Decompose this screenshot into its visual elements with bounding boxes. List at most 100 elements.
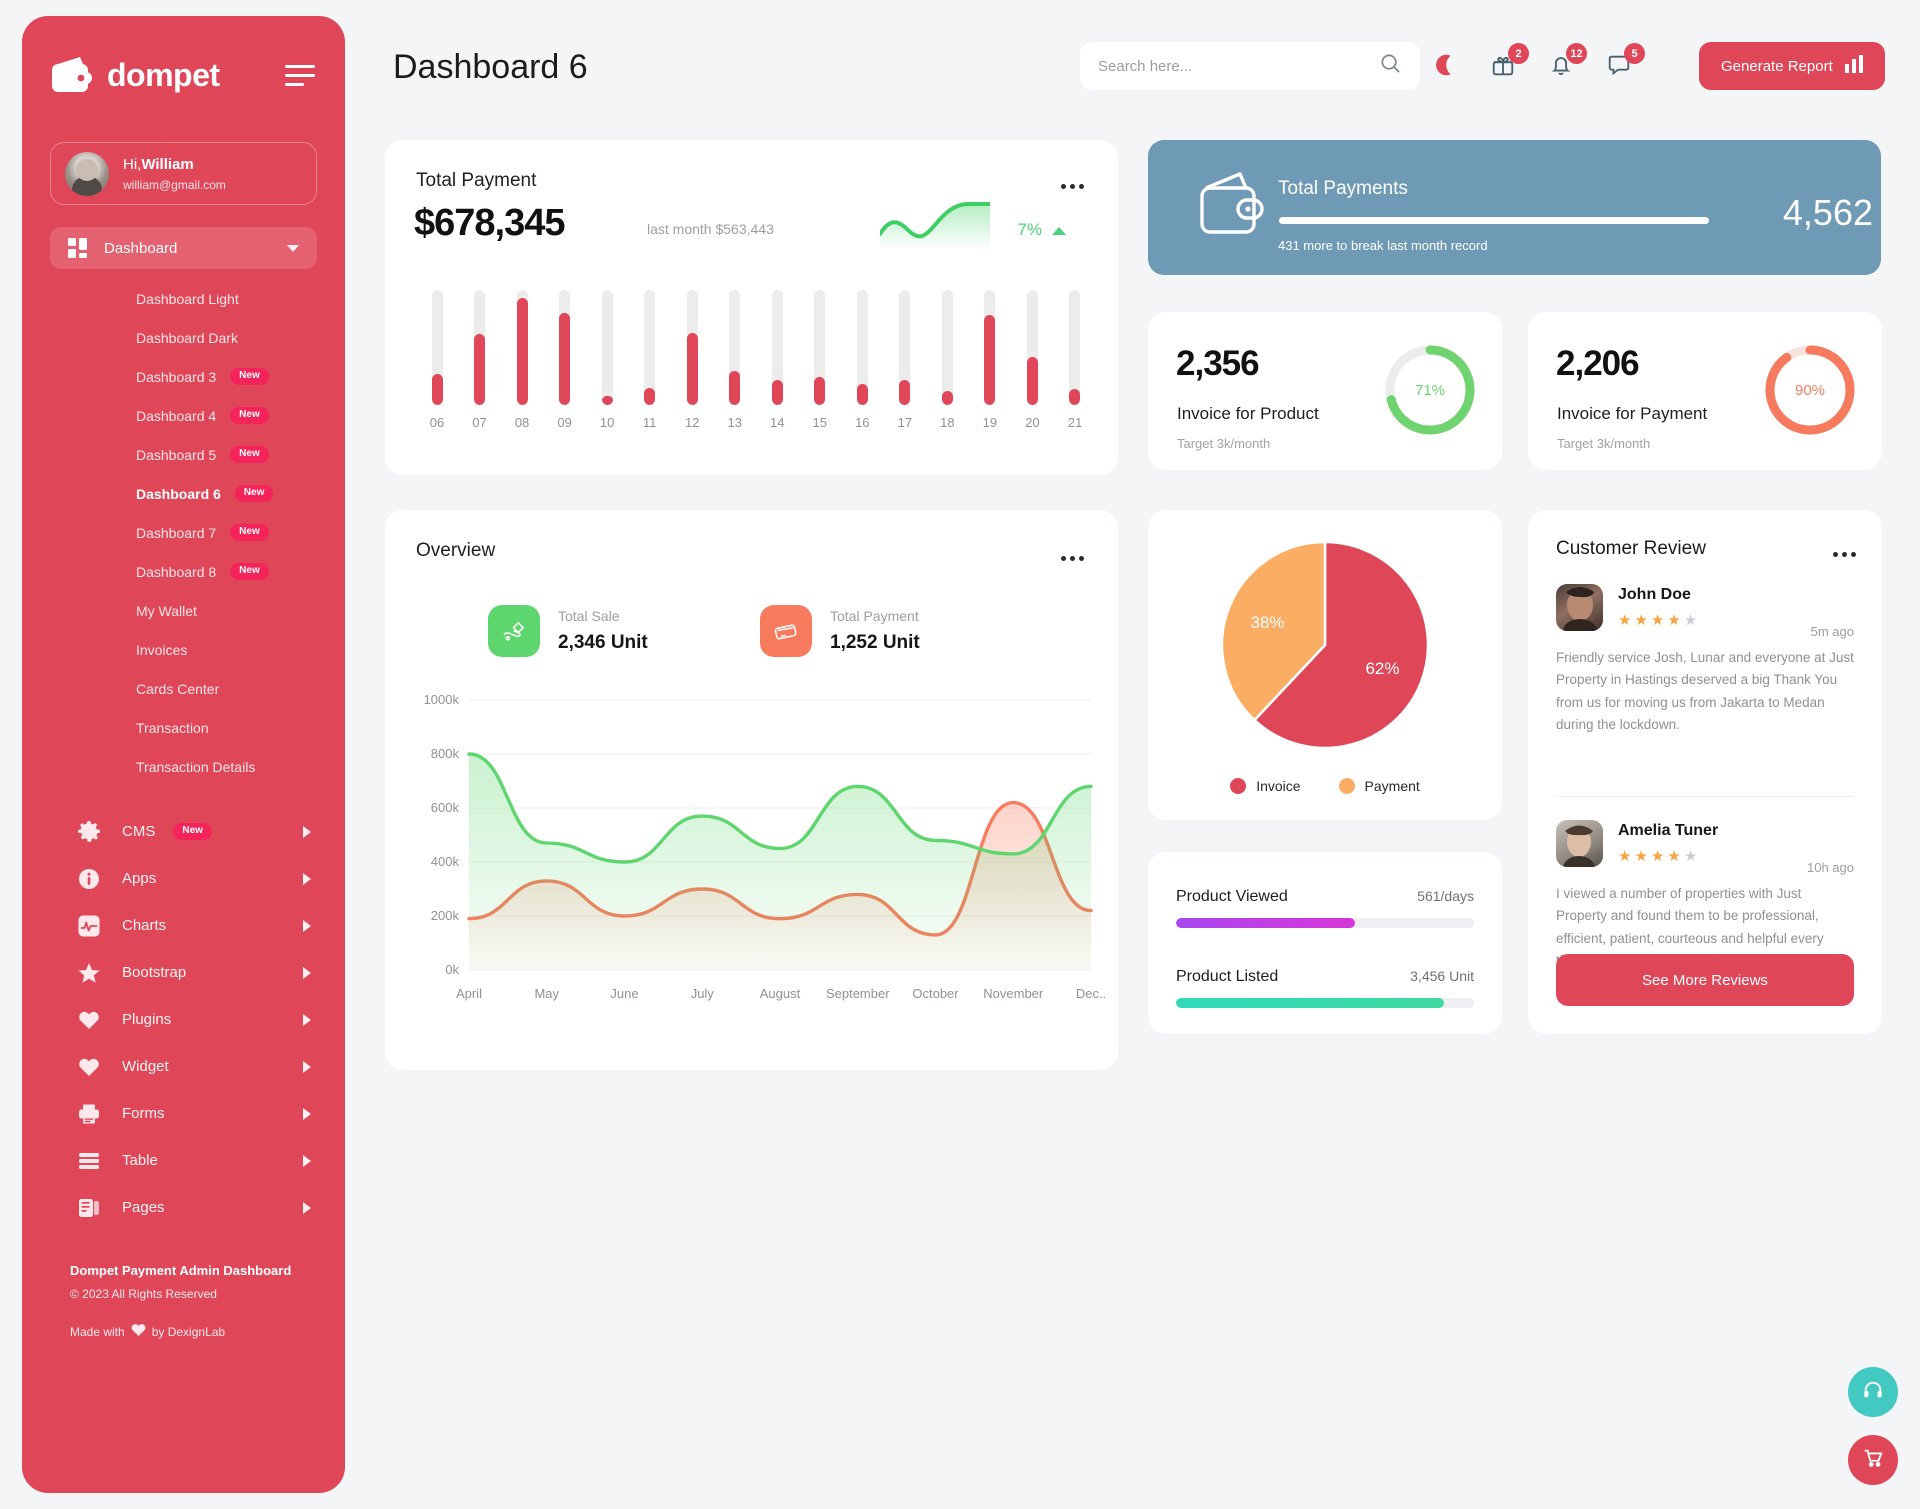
sidebar-subitem-dashboard-6[interactable]: Dashboard 6 New bbox=[22, 474, 345, 513]
total-payment-bar-chart: 06 07 08 09 10 11 12 13 14 15 16 17 18 19 20 21 bbox=[421, 290, 1091, 430]
sidebar-item-bootstrap[interactable]: Bootstrap bbox=[22, 949, 345, 996]
sidebar-subitem-transaction-details[interactable]: Transaction Details bbox=[22, 747, 345, 786]
bar-column: 19 bbox=[974, 290, 1006, 430]
avatar bbox=[1556, 820, 1603, 867]
profile-card[interactable]: Hi,William william@gmail.com bbox=[50, 142, 317, 205]
gift-icon[interactable]: 2 bbox=[1490, 43, 1529, 80]
total-payment-title: Total Payment bbox=[416, 170, 537, 191]
bar-column: 13 bbox=[719, 290, 751, 430]
sidebar-item-cms[interactable]: CMS New bbox=[22, 808, 345, 855]
dashboard-root: dompet Hi,William william@gmail.com Dash… bbox=[0, 0, 1920, 1509]
sidebar-subitem-label: Dashboard Dark bbox=[136, 329, 238, 346]
bar-track bbox=[431, 290, 443, 405]
sidebar-item-dashboard-label: Dashboard bbox=[104, 239, 178, 257]
bar-column: 21 bbox=[1059, 290, 1091, 430]
search-icon[interactable] bbox=[1379, 52, 1402, 80]
x-tick-label: October bbox=[912, 986, 959, 1001]
sidebar-nav: Dashboard Dashboard Light Dashboard Dark D… bbox=[22, 227, 345, 1231]
brand-name: dompet bbox=[107, 56, 220, 93]
total-payment-menu-icon[interactable] bbox=[1061, 184, 1084, 189]
search-input[interactable] bbox=[1098, 57, 1379, 75]
chevron-right-icon bbox=[303, 919, 311, 932]
chevron-right-icon bbox=[303, 1013, 311, 1026]
sidebar-subitem-label: My Wallet bbox=[136, 602, 197, 619]
sidebar-item-dashboard[interactable]: Dashboard bbox=[50, 227, 317, 269]
cart-fab[interactable] bbox=[1848, 1435, 1898, 1485]
customer-review-title: Customer Review bbox=[1556, 538, 1706, 559]
message-icon[interactable]: 5 bbox=[1606, 43, 1645, 80]
sidebar-subitem-label: Dashboard 3 bbox=[136, 368, 217, 385]
legend-item-payment: Payment bbox=[1338, 778, 1420, 794]
bar-column: 12 bbox=[676, 290, 708, 430]
x-tick-label: November bbox=[983, 986, 1044, 1001]
sidebar-subitem-transaction[interactable]: Transaction bbox=[22, 708, 345, 747]
overview-menu-icon[interactable] bbox=[1061, 556, 1084, 561]
sidebar-subitem-dashboard-light[interactable]: Dashboard Light bbox=[22, 279, 345, 318]
review-author: Amelia Tuner bbox=[1618, 822, 1719, 839]
legend-label: Invoice bbox=[1256, 778, 1301, 794]
sale-icon bbox=[488, 605, 540, 657]
brand-row: dompet bbox=[22, 16, 345, 102]
sidebar-subitem-dashboard-7[interactable]: Dashboard 7 New bbox=[22, 513, 345, 552]
greeting-prefix: Hi, bbox=[123, 155, 142, 173]
sidebar-item-charts[interactable]: Charts bbox=[22, 902, 345, 949]
sidebar-subitem-dashboard-3[interactable]: Dashboard 3 New bbox=[22, 357, 345, 396]
product-viewed-value: 561/days bbox=[1417, 888, 1474, 904]
sidebar-item-apps[interactable]: Apps bbox=[22, 855, 345, 902]
overview-stat-value: 2,346 Unit bbox=[558, 632, 648, 653]
bar-column: 18 bbox=[931, 290, 963, 430]
see-more-reviews-button[interactable]: See More Reviews bbox=[1556, 954, 1854, 1006]
bar-label: 20 bbox=[1025, 415, 1040, 430]
chevron-right-icon bbox=[303, 872, 311, 885]
sidebar-item-widget[interactable]: Widget bbox=[22, 1043, 345, 1090]
moon-icon[interactable] bbox=[1432, 52, 1460, 80]
sidebar-subitem-cards-center[interactable]: Cards Center bbox=[22, 669, 345, 708]
sidebar-item-plugins[interactable]: Plugins bbox=[22, 996, 345, 1043]
invoice-payment-target: Target 3k/month bbox=[1557, 436, 1651, 451]
sidebar-footer: Dompet Payment Admin Dashboard © 2023 Al… bbox=[70, 1263, 345, 1340]
bar-fill bbox=[771, 379, 783, 405]
sidebar: dompet Hi,William william@gmail.com Dash… bbox=[22, 16, 345, 1493]
bar-column: 07 bbox=[464, 290, 496, 430]
bar-column: 15 bbox=[804, 290, 836, 430]
y-tick-label: 600k bbox=[430, 800, 459, 815]
generate-report-button[interactable]: Generate Report bbox=[1699, 42, 1885, 90]
product-listed-value: 3,456 Unit bbox=[1410, 968, 1474, 984]
profile-email: william@gmail.com bbox=[123, 177, 226, 192]
sidebar-subitem-dashboard-8[interactable]: Dashboard 8 New bbox=[22, 552, 345, 591]
avatar bbox=[65, 151, 109, 196]
bar-fill bbox=[601, 395, 613, 405]
footer-made-prefix: Made with bbox=[70, 1324, 125, 1339]
sidebar-subitem-invoices[interactable]: Invoices bbox=[22, 630, 345, 669]
heart-icon bbox=[131, 1323, 146, 1340]
sidebar-subitem-dashboard-4[interactable]: Dashboard 4 New bbox=[22, 396, 345, 435]
y-tick-label: 0k bbox=[445, 962, 459, 977]
bar-track bbox=[686, 290, 698, 405]
product-progress-card: Product Viewed 561/days Product Listed 3… bbox=[1148, 852, 1502, 1034]
bar-label: 18 bbox=[940, 415, 955, 430]
support-fab[interactable] bbox=[1848, 1367, 1898, 1417]
bar-track bbox=[771, 290, 783, 405]
invoice-product-card: 2,356 Invoice for Product Target 3k/mont… bbox=[1148, 312, 1502, 470]
sidebar-subitem-my-wallet[interactable]: My Wallet bbox=[22, 591, 345, 630]
x-tick-label: July bbox=[690, 986, 714, 1001]
bar-label: 10 bbox=[599, 415, 615, 430]
bar-track bbox=[559, 290, 571, 405]
hamburger-icon[interactable] bbox=[285, 64, 315, 86]
bell-icon[interactable]: 12 bbox=[1548, 43, 1587, 80]
sidebar-subitem-dashboard-dark[interactable]: Dashboard Dark bbox=[22, 318, 345, 357]
search-bar[interactable] bbox=[1080, 42, 1420, 90]
sidebar-subitem-dashboard-5[interactable]: Dashboard 5 New bbox=[22, 435, 345, 474]
bar-fill bbox=[644, 387, 656, 405]
pages-icon bbox=[78, 1197, 100, 1219]
sidebar-item-forms[interactable]: Forms bbox=[22, 1090, 345, 1137]
pie-slice-label: 38% bbox=[1251, 613, 1285, 632]
generate-report-label: Generate Report bbox=[1721, 57, 1833, 75]
avatar bbox=[1556, 584, 1603, 631]
wallet-outline-icon bbox=[1196, 170, 1268, 236]
sidebar-item-table[interactable]: Table bbox=[22, 1137, 345, 1184]
sidebar-item-pages[interactable]: Pages bbox=[22, 1184, 345, 1231]
bar-fill bbox=[516, 298, 528, 405]
chevron-right-icon bbox=[303, 966, 311, 979]
customer-review-menu-icon[interactable] bbox=[1833, 552, 1856, 557]
